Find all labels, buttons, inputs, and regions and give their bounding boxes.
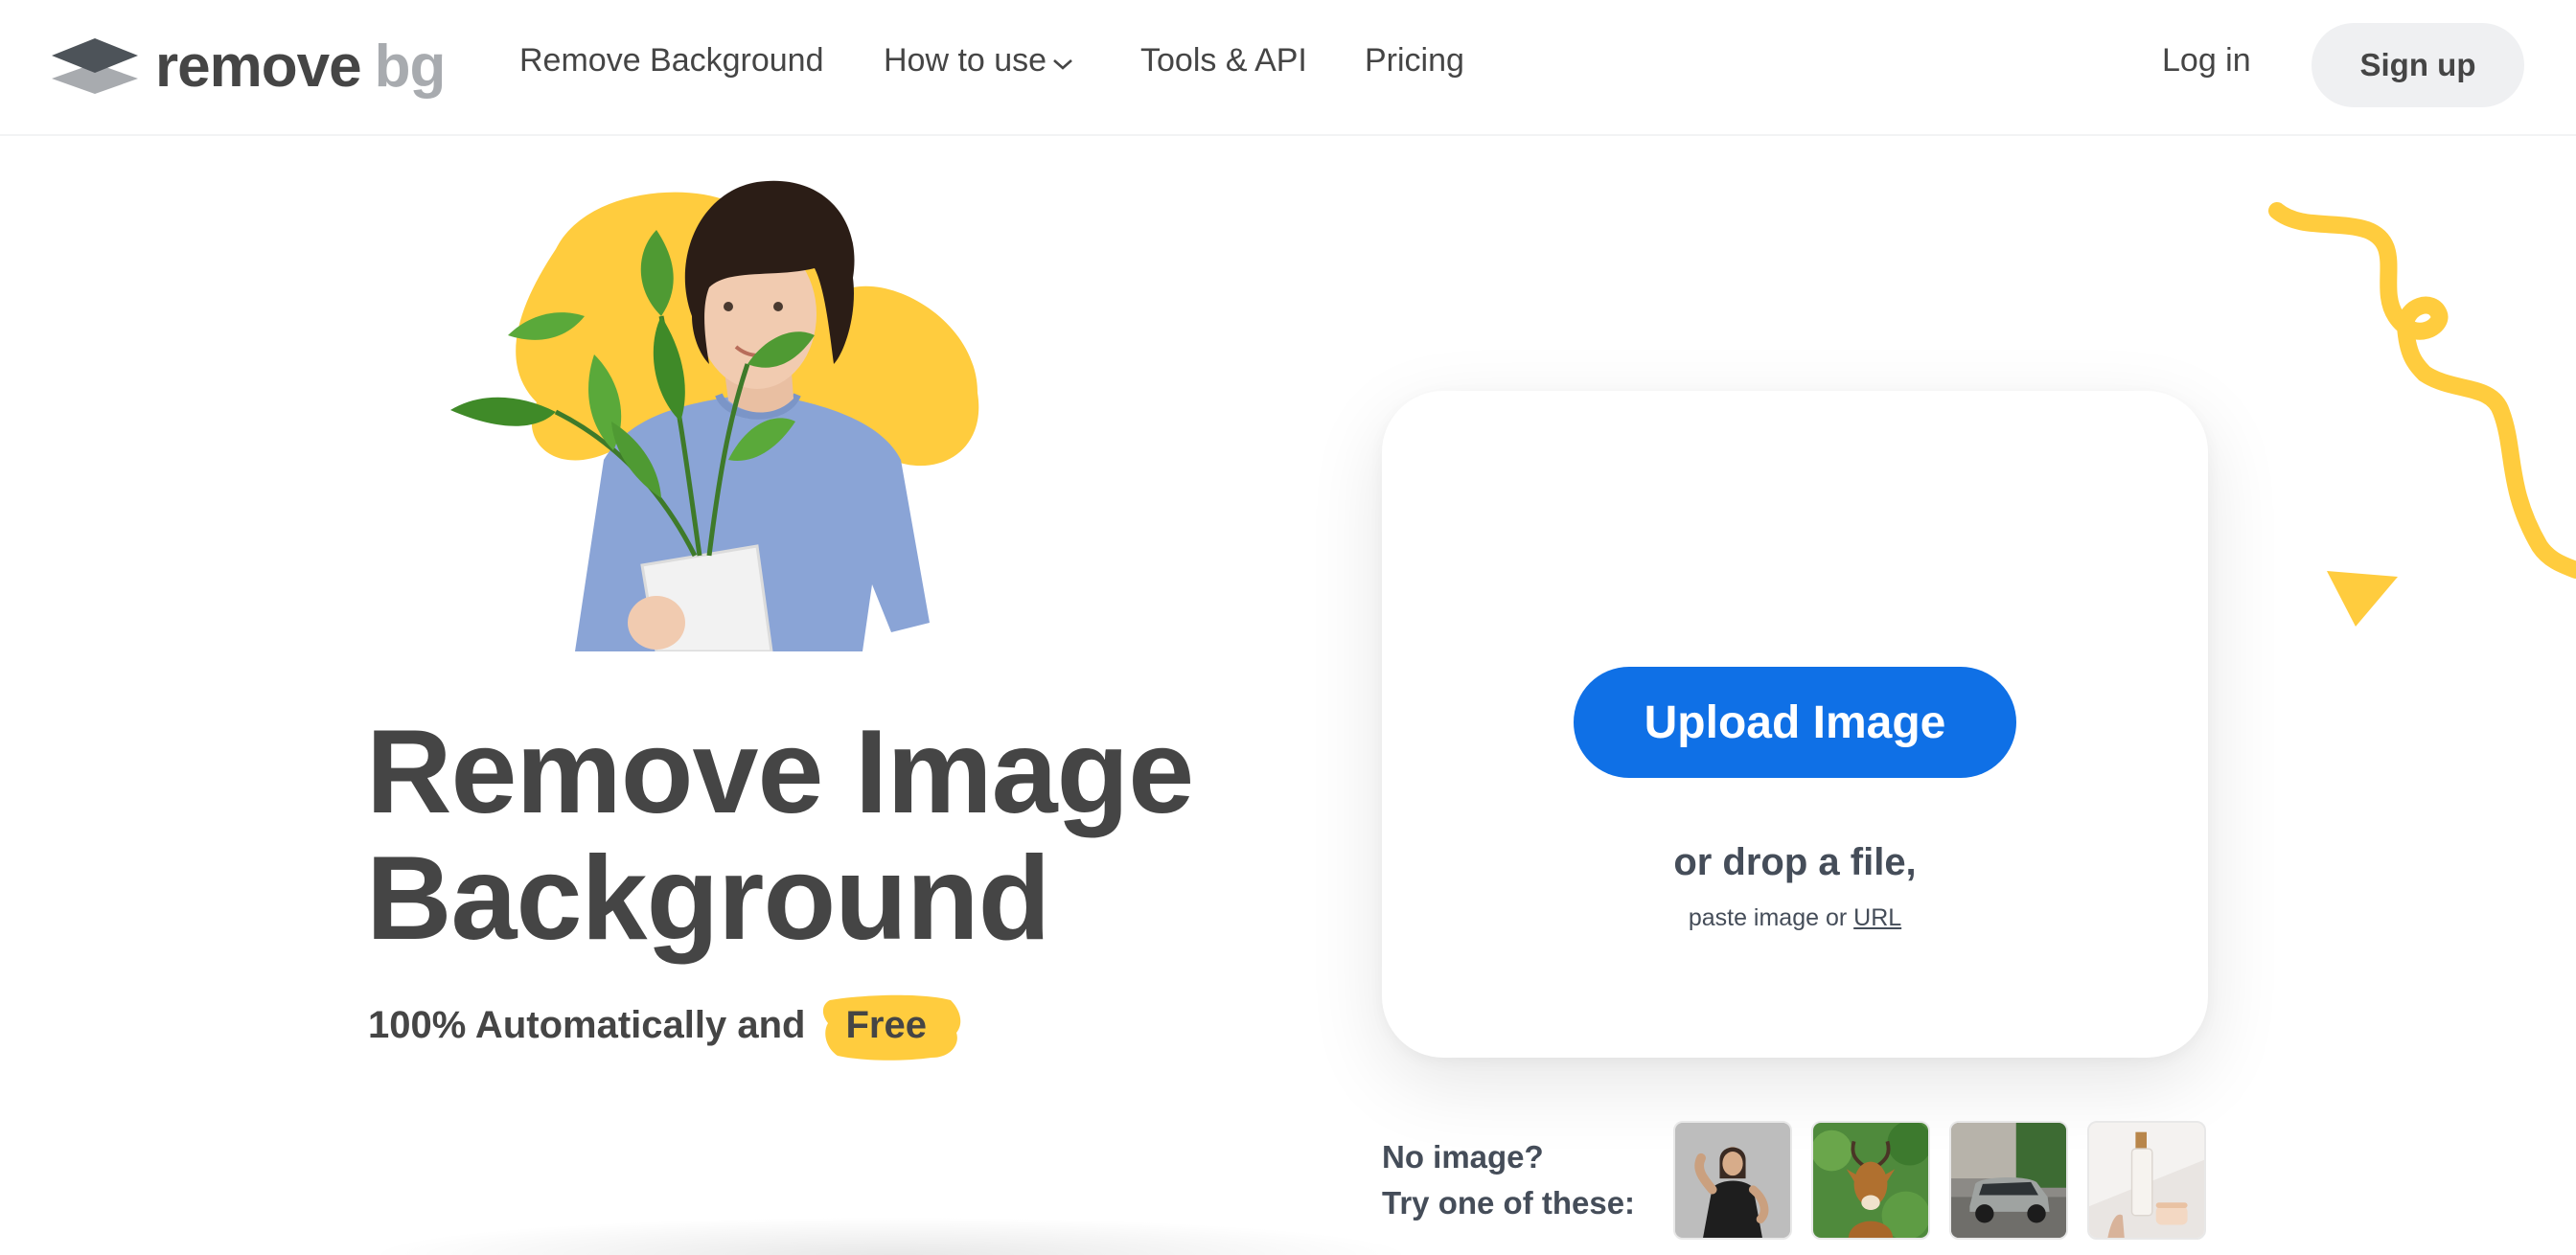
antelope-icon: [1813, 1123, 1928, 1238]
nav-label: How to use: [884, 42, 1047, 79]
paste-image-text: paste image or URL: [1382, 904, 2208, 932]
hero-person-with-plant-image: [450, 180, 979, 651]
upload-image-button[interactable]: Upload Image: [1574, 667, 2016, 778]
try-these-label: Try one of these:: [1382, 1185, 1636, 1221]
woman-flexing-icon: [1675, 1123, 1790, 1238]
yellow-squiggle-decoration-icon: [2268, 202, 2576, 579]
logo-wordmark: remove bg: [155, 33, 447, 101]
free-highlight: Free: [823, 994, 961, 1061]
sample-car-thumbnail[interactable]: [1949, 1121, 2068, 1240]
logo-word-bg: bg: [374, 33, 447, 100]
sample-woman-thumbnail[interactable]: [1673, 1121, 1792, 1240]
no-image-label: No image?: [1382, 1139, 1544, 1175]
hero-title-line-1: Remove Image: [366, 706, 1194, 838]
yellow-triangle-decoration-icon: [2327, 571, 2398, 627]
hero-subtitle-prefix: 100% Automatically and: [368, 1004, 806, 1046]
signup-button[interactable]: Sign up: [2312, 23, 2524, 107]
paste-label: paste image or: [1688, 904, 1848, 931]
nav-how-to-use[interactable]: How to use: [884, 42, 1073, 80]
hero-subtitle: 100% Automatically and Free: [368, 994, 961, 1061]
nav-pricing[interactable]: Pricing: [1365, 42, 1464, 80]
logo-word-remove: remove: [155, 33, 362, 100]
nav-label: Tools & API: [1140, 42, 1307, 79]
free-label: Free: [845, 1004, 927, 1046]
sample-cosmetics-thumbnail[interactable]: [2087, 1121, 2206, 1240]
drop-file-text: or drop a file,: [1673, 841, 1917, 883]
nav-label: Pricing: [1365, 42, 1464, 79]
hero-title: Remove Image Background: [366, 709, 1305, 962]
url-link[interactable]: URL: [1853, 904, 1901, 931]
hero-title-line-2: Background: [366, 833, 1050, 965]
top-navigation-bar: remove bg Remove Background How to use To…: [0, 0, 2576, 136]
section-shadow: [364, 1217, 1418, 1255]
suv-car-icon: [1951, 1123, 2066, 1238]
removebg-logo[interactable]: remove bg: [52, 31, 447, 102]
nav-remove-background[interactable]: Remove Background: [519, 42, 824, 80]
sample-images-prompt: No image? Try one of these:: [1382, 1134, 1635, 1226]
login-link[interactable]: Log in: [2162, 42, 2251, 80]
chevron-down-icon: [1052, 42, 1073, 80]
nav-label: Remove Background: [519, 42, 824, 79]
cosmetic-bottle-icon: [2089, 1123, 2204, 1238]
layers-logo-icon: [52, 38, 138, 94]
sample-deer-thumbnail[interactable]: [1811, 1121, 1930, 1240]
nav-tools-api[interactable]: Tools & API: [1140, 42, 1307, 80]
